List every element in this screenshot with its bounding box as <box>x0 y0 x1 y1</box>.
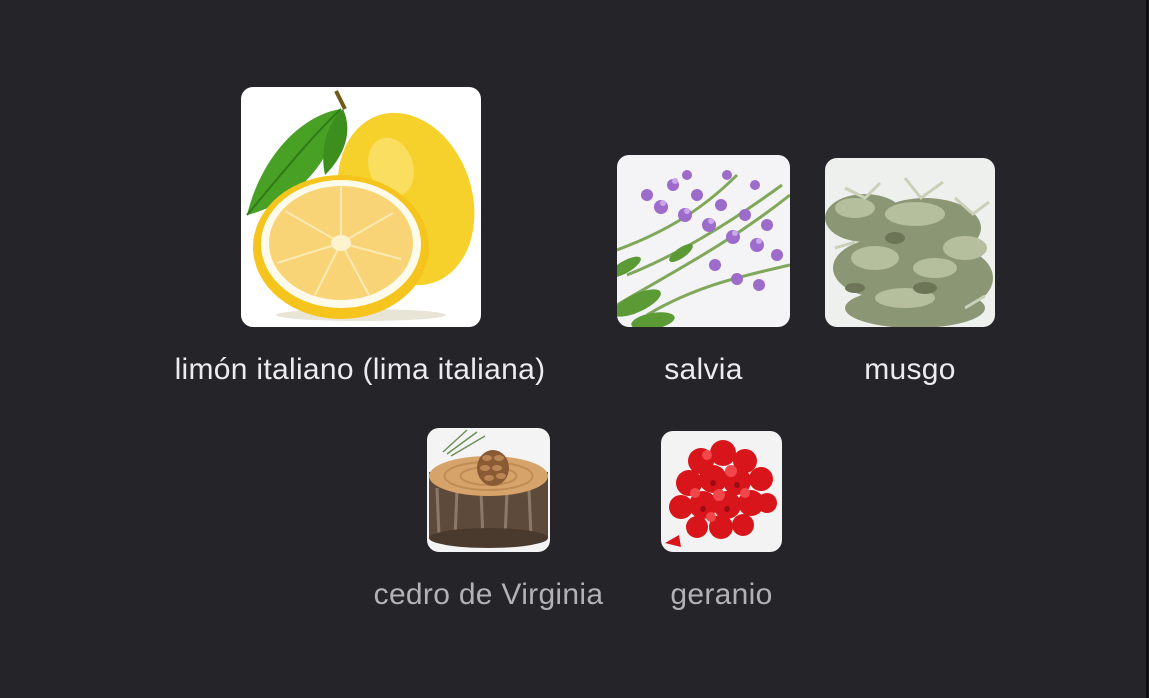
note-label-moss: musgo <box>864 353 956 386</box>
note-label-cedar: cedro de Virginia <box>373 578 604 611</box>
cedar-log-icon <box>427 428 550 552</box>
sage-icon <box>617 155 790 327</box>
note-label-lemon: limón italiano (lima italiana) <box>174 353 546 386</box>
geranium-icon <box>661 431 782 552</box>
lemon-icon <box>241 87 481 327</box>
note-label-sage: salvia <box>664 353 743 386</box>
note-label-geranium: geranio <box>670 578 773 611</box>
ingredients-panel: limón italiano (lima italiana) salvia mu… <box>0 0 1149 698</box>
moss-icon <box>825 158 995 327</box>
